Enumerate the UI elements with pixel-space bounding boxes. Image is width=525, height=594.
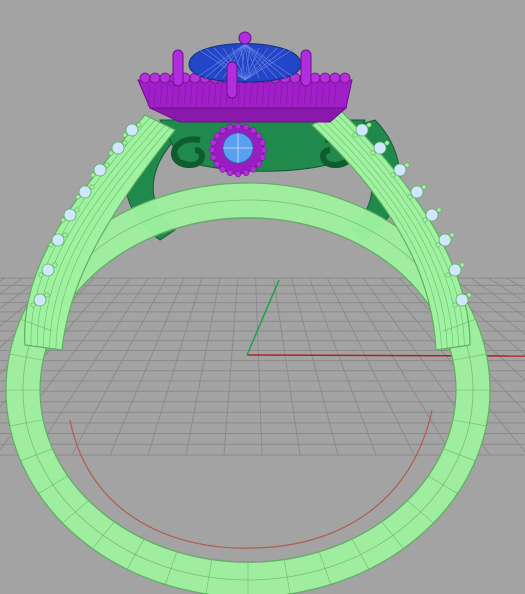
side-prong	[384, 140, 390, 146]
side-prong	[30, 302, 36, 308]
side-stone	[33, 293, 47, 307]
side-stone	[125, 123, 139, 137]
bezel-bead	[213, 160, 221, 168]
grid-line	[326, 277, 415, 456]
side-stone	[438, 233, 452, 247]
side-prong	[407, 194, 413, 200]
grid-line	[273, 277, 301, 456]
side-prong	[74, 207, 80, 213]
bezel-bead	[210, 154, 217, 161]
y-axis-line	[246, 279, 280, 356]
grid-line	[223, 277, 239, 456]
bezel-bead	[259, 154, 266, 161]
bezel-bead	[242, 123, 250, 131]
side-prong	[422, 217, 428, 223]
bezel-bead	[250, 166, 257, 173]
bezel-bead	[255, 132, 263, 140]
side-stone	[448, 263, 462, 277]
bezel-bead	[210, 139, 217, 146]
halo-bead	[159, 72, 171, 84]
side-prong	[122, 140, 128, 146]
side-prong	[90, 172, 96, 178]
side-prong	[449, 232, 455, 238]
halo-bead	[149, 72, 161, 84]
side-stone	[425, 208, 439, 222]
side-prong	[445, 272, 451, 278]
halo-bead	[329, 72, 341, 84]
grid-line	[506, 277, 525, 290]
bezel-bead	[219, 127, 226, 134]
side-prong	[108, 150, 114, 156]
grid-line	[488, 277, 525, 303]
bezel-bead	[260, 146, 268, 154]
side-prong	[459, 262, 465, 268]
grid-line	[291, 277, 339, 456]
side-stone	[355, 123, 369, 137]
side-prong	[52, 262, 58, 268]
halo-bead	[139, 72, 151, 84]
side-stone	[111, 141, 125, 155]
bezel-bead	[255, 160, 263, 168]
grid-line	[308, 277, 377, 456]
prong	[172, 49, 184, 87]
side-prong	[436, 207, 442, 213]
bezel-bead	[234, 122, 242, 130]
side-prong	[60, 217, 66, 223]
side-prong	[104, 162, 110, 168]
side-prong	[435, 242, 441, 248]
halo-underside	[149, 107, 348, 123]
bezel-bead	[226, 123, 234, 131]
side-stone	[78, 185, 92, 199]
grid-line	[71, 277, 167, 456]
bezel-bead	[234, 170, 242, 178]
side-prong	[48, 242, 54, 248]
side-prong	[136, 122, 142, 128]
side-stone	[93, 163, 107, 177]
side-stone	[373, 141, 387, 155]
side-prong	[75, 194, 81, 200]
side-prong	[370, 150, 376, 156]
grid-line	[0, 277, 6, 282]
side-stone	[51, 233, 65, 247]
side-prong	[38, 272, 44, 278]
side-prong	[62, 232, 68, 238]
side-stone	[63, 208, 77, 222]
side-prong	[366, 122, 372, 128]
bezel-bead	[219, 166, 226, 173]
side-prong	[122, 132, 128, 138]
halo-bead	[339, 72, 351, 84]
ring-model-view[interactable]	[0, 0, 525, 594]
grid-line	[255, 277, 263, 456]
side-stone	[455, 293, 469, 307]
side-prong	[421, 184, 427, 190]
bezel-bead	[259, 139, 266, 146]
side-prong	[390, 172, 396, 178]
bezel-bead	[250, 127, 257, 134]
prong	[300, 49, 312, 87]
side-prong	[352, 132, 358, 138]
side-stone	[410, 185, 424, 199]
prong	[226, 61, 238, 99]
grid-line	[147, 277, 203, 456]
bezel-bead	[213, 132, 221, 140]
side-prong	[404, 162, 410, 168]
side-stone	[41, 263, 55, 277]
bezel-bead	[208, 146, 216, 154]
bezel-bead	[242, 169, 250, 177]
3d-viewport[interactable]	[0, 0, 525, 594]
side-prong	[466, 292, 472, 298]
grid-line	[185, 277, 221, 456]
grid-line	[109, 277, 185, 456]
side-prong	[89, 184, 95, 190]
side-prong	[452, 302, 458, 308]
side-stone	[393, 163, 407, 177]
bezel-bead	[226, 169, 234, 177]
prong-top	[238, 31, 252, 45]
halo-bead	[319, 72, 331, 84]
side-prong	[44, 292, 50, 298]
